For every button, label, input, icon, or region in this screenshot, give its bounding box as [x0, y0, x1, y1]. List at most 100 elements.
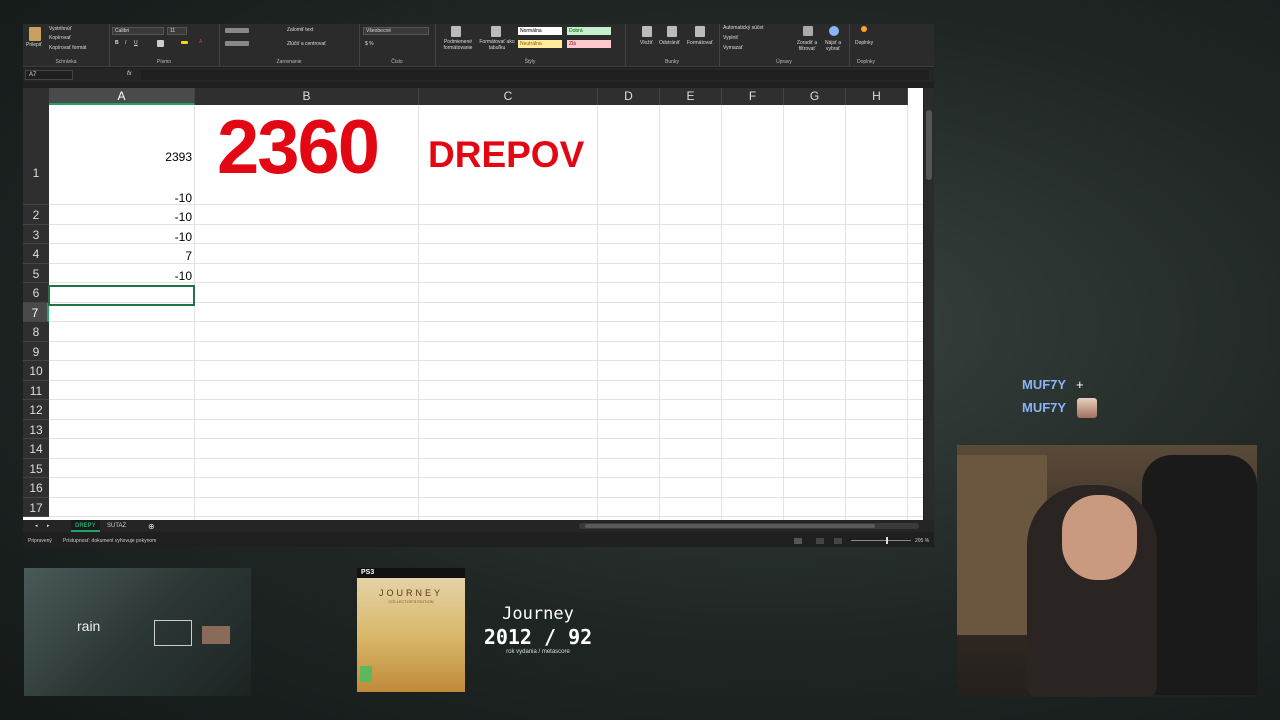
normal-view-icon[interactable]	[794, 538, 802, 544]
find-select-icon[interactable]	[829, 26, 839, 36]
column-header-b[interactable]: B	[195, 88, 419, 105]
tab-scroll-left-icon[interactable]: ◂	[35, 523, 38, 529]
fill-color-icon[interactable]	[181, 41, 188, 44]
vertical-scroll-thumb[interactable]	[926, 110, 932, 180]
column-header-c[interactable]: C	[419, 88, 598, 105]
paste-button[interactable]: Prilepiť	[26, 42, 42, 48]
column-header-e[interactable]: E	[660, 88, 722, 105]
paste-icon[interactable]	[29, 27, 41, 41]
cell-a4[interactable]: -10	[49, 230, 192, 244]
row-header-10[interactable]: 10	[23, 361, 49, 381]
zoom-level[interactable]: 205 %	[915, 535, 929, 547]
number-format-select[interactable]: Všeobecné	[363, 27, 429, 35]
horizontal-scrollbar[interactable]	[579, 523, 919, 529]
find-select-button[interactable]: Nájsť a vybrať	[819, 40, 847, 52]
row-header-4[interactable]: 4	[23, 244, 49, 264]
zoom-slider-thumb[interactable]	[886, 537, 888, 544]
accessibility-status[interactable]: Prístupnosť: dokument vyhovuje pokynom	[63, 535, 156, 547]
column-header-h[interactable]: H	[846, 88, 908, 105]
format-as-table-icon[interactable]	[491, 26, 501, 37]
insert-cells-icon[interactable]	[642, 26, 652, 37]
row-header-12[interactable]: 12	[23, 400, 49, 420]
font-color-icon[interactable]: A	[199, 39, 202, 45]
wrap-text-button[interactable]: Zalomiť text	[287, 27, 313, 33]
delete-button[interactable]: Odstrániť	[659, 40, 680, 46]
column-header-g[interactable]: G	[784, 88, 846, 105]
insert-button[interactable]: Vložiť	[640, 40, 653, 46]
style-normal[interactable]: Normálna	[518, 27, 562, 35]
cell-a5[interactable]: 7	[49, 249, 192, 263]
bold-button[interactable]: B	[115, 40, 119, 46]
style-bad[interactable]: Zlá	[567, 40, 611, 48]
conditional-formatting-icon[interactable]	[451, 26, 461, 37]
borders-icon[interactable]	[157, 40, 164, 47]
cell-a6[interactable]: -10	[49, 269, 192, 283]
select-all-corner[interactable]	[23, 88, 49, 105]
cut-button[interactable]: Vystrihnúť	[49, 26, 72, 32]
formula-input[interactable]	[141, 70, 929, 80]
page-break-view-icon[interactable]	[834, 538, 842, 544]
style-good[interactable]: Dobrá	[567, 27, 611, 35]
vertical-scrollbar[interactable]	[924, 88, 934, 520]
addins-group-label: Doplnky	[856, 59, 876, 65]
delete-cells-icon[interactable]	[667, 26, 677, 37]
row-header-11[interactable]: 11	[23, 380, 49, 400]
format-painter-button[interactable]: Kopírovať formát	[49, 45, 86, 51]
row-header-17[interactable]: 17	[23, 497, 49, 517]
row-header-8[interactable]: 8	[23, 322, 49, 342]
row-header-3[interactable]: 3	[23, 224, 49, 244]
font-size-select[interactable]: 11	[167, 27, 187, 35]
horizontal-align-icon[interactable]	[225, 41, 249, 46]
row-header-7[interactable]: 7	[23, 302, 49, 322]
cell-a1[interactable]: 2393	[49, 150, 192, 164]
tab-sutaz[interactable]: SUTAZ	[103, 520, 130, 532]
currency-icon[interactable]: $ %	[365, 41, 374, 47]
fx-icon[interactable]: fx	[127, 71, 132, 77]
journey-box-art: PS3 JOURNEY COLLECTOR'S EDITION	[357, 568, 465, 692]
row-header-6[interactable]: 6	[23, 283, 49, 303]
autosum-button[interactable]: Automatický súčet	[723, 25, 764, 31]
row-header-5[interactable]: 5	[23, 263, 49, 283]
page-layout-view-icon[interactable]	[816, 538, 824, 544]
format-as-table-button[interactable]: Formátovať ako tabuľku	[477, 39, 517, 51]
row-header-1[interactable]: 1	[23, 105, 49, 205]
vertical-align-icon[interactable]	[225, 28, 249, 33]
zoom-slider[interactable]	[851, 537, 911, 544]
conditional-formatting-button[interactable]: Podmienené formátovanie	[438, 39, 478, 51]
italic-button[interactable]: I	[125, 40, 126, 46]
copy-button[interactable]: Kopírovať	[49, 35, 71, 41]
row-header-16[interactable]: 16	[23, 478, 49, 498]
column-header-f[interactable]: F	[722, 88, 784, 105]
merge-center-button[interactable]: Zlúčiť a centrovať	[287, 41, 326, 47]
sort-filter-icon[interactable]	[803, 26, 813, 36]
format-cells-icon[interactable]	[695, 26, 705, 37]
game-title: Journey	[502, 604, 574, 624]
row-header-9[interactable]: 9	[23, 341, 49, 361]
name-box[interactable]: A7	[25, 70, 73, 80]
column-header-a[interactable]: A	[49, 88, 195, 105]
font-name-select[interactable]: Calibri	[112, 27, 164, 35]
cell-a2[interactable]: -10	[49, 191, 192, 205]
active-cell-a7[interactable]	[48, 285, 195, 306]
addins-button[interactable]: Doplnky	[855, 40, 873, 46]
underline-button[interactable]: U	[134, 40, 138, 46]
horizontal-scroll-thumb[interactable]	[585, 524, 875, 528]
row-header-2[interactable]: 2	[23, 205, 49, 225]
tab-drepy[interactable]: DREPY	[71, 520, 100, 532]
style-neutral[interactable]: Neutrálna	[518, 40, 562, 48]
clear-button[interactable]: Vymazať	[723, 45, 743, 51]
sort-filter-button[interactable]: Zoradiť a filtrovať	[793, 40, 821, 52]
row-header-13[interactable]: 13	[23, 419, 49, 439]
ps3-menu-thumbnail: rain	[24, 568, 251, 696]
column-header-d[interactable]: D	[598, 88, 660, 105]
format-button[interactable]: Formátovať	[687, 40, 713, 46]
row-header-15[interactable]: 15	[23, 458, 49, 478]
spreadsheet-grid[interactable]: ABCDEFGH 1 2 3 4 5 6 7 8 9 10 11 12 13 14 15 16 17 2393 …	[23, 88, 923, 520]
tab-scroll-right-icon[interactable]: ▸	[47, 523, 50, 529]
addins-icon[interactable]	[861, 26, 867, 32]
cell-a3[interactable]: -10	[49, 210, 192, 224]
ps3-game-label: rain	[77, 618, 101, 634]
row-header-14[interactable]: 14	[23, 439, 49, 459]
fill-button[interactable]: Vyplniť	[723, 35, 738, 41]
add-sheet-icon[interactable]: ⊕	[148, 522, 155, 531]
